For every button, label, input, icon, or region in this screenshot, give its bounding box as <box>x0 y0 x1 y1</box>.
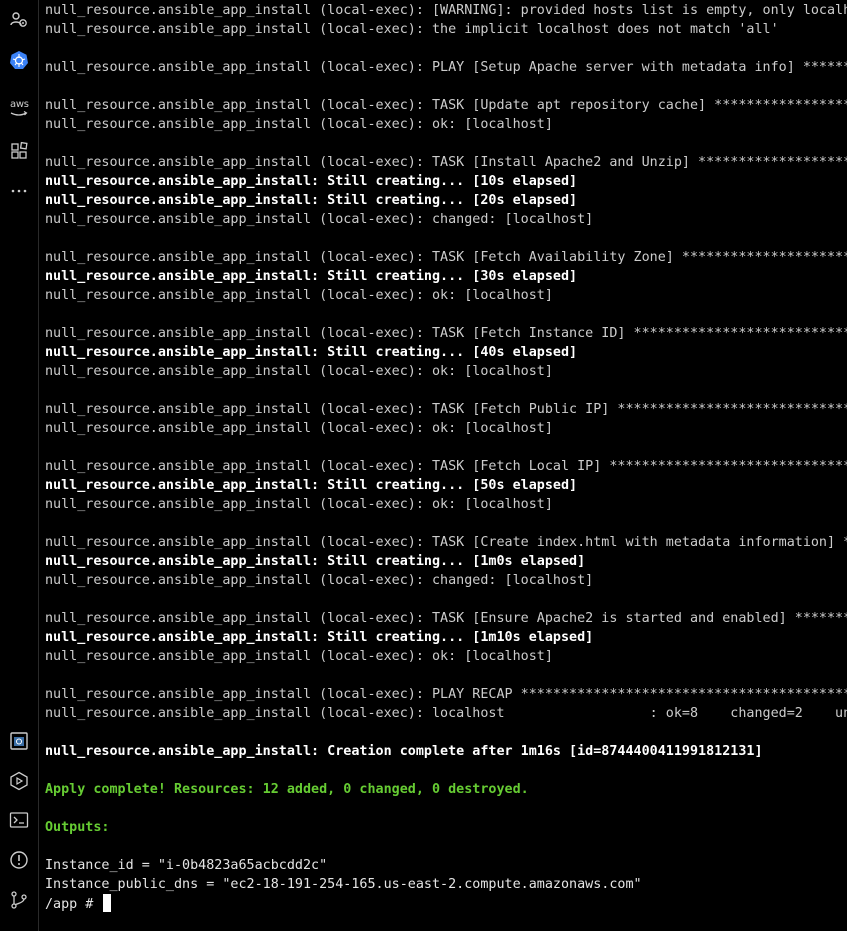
terminal-line-text: Instance_public_dns = "ec2-18-191-254-16… <box>45 877 642 892</box>
terminal-line: Outputs: <box>45 818 110 837</box>
terminal-line: null_resource.ansible_app_install (local… <box>45 685 847 704</box>
terminal-line-text: null_resource.ansible_app_install (local… <box>45 573 594 588</box>
terminal-line: Instance_id = "i-0b4823a65acbcdd2c" <box>45 856 327 875</box>
terminal-line-text: null_resource.ansible_app_install (local… <box>45 649 553 664</box>
terminal-line: null_resource.ansible_app_install (local… <box>45 286 553 305</box>
terminal-line: null_resource.ansible_app_install (local… <box>45 210 593 229</box>
terminal-line-text: null_resource.ansible_app_install (local… <box>45 402 847 417</box>
kubernetes-icon[interactable] <box>9 50 29 70</box>
terminal-line: null_resource.ansible_app_install (local… <box>45 153 847 172</box>
terminal-line-text: null_resource.ansible_app_install: Still… <box>45 478 578 493</box>
terminal-line-text: Apply complete! Resources: 12 added, 0 c… <box>45 782 529 797</box>
terminal-line-text: null_resource.ansible_app_install (local… <box>45 3 847 18</box>
terminal-line-text: null_resource.ansible_app_install (local… <box>45 22 779 37</box>
terminal-line-text: null_resource.ansible_app_install (local… <box>45 288 553 303</box>
terminal-line-text: null_resource.ansible_app_install (local… <box>45 98 847 113</box>
terminal-line-text: null_resource.ansible_app_install (local… <box>45 459 847 474</box>
terminal-line-text: null_resource.ansible_app_install (local… <box>45 250 847 265</box>
terminal-line-text: null_resource.ansible_app_install (local… <box>45 60 847 75</box>
terminal-line-text: null_resource.ansible_app_install (local… <box>45 364 553 379</box>
terminal-line: null_resource.ansible_app_install: Still… <box>45 172 577 191</box>
terminal-line: null_resource.ansible_app_install: Still… <box>45 476 577 495</box>
account-settings-icon[interactable] <box>9 10 29 30</box>
terminal-line: null_resource.ansible_app_install: Still… <box>45 267 577 286</box>
terminal-line: Apply complete! Resources: 12 added, 0 c… <box>45 780 529 799</box>
terminal-line: null_resource.ansible_app_install (local… <box>45 324 847 343</box>
terminal-line: null_resource.ansible_app_install (local… <box>45 400 847 419</box>
terminal-line-text: null_resource.ansible_app_install: Still… <box>45 193 578 208</box>
terminal-line: null_resource.ansible_app_install (local… <box>45 571 593 590</box>
problems-icon[interactable] <box>9 850 29 870</box>
terminal-line: null_resource.ansible_app_install (local… <box>45 58 847 77</box>
terminal-line: null_resource.ansible_app_install: Still… <box>45 343 577 362</box>
terminal-line-text: null_resource.ansible_app_install: Still… <box>45 174 578 189</box>
terminal-line-text: null_resource.ansible_app_install (local… <box>45 421 553 436</box>
terminal-line-text: null_resource.ansible_app_install (local… <box>45 687 847 702</box>
terminal-line: null_resource.ansible_app_install (local… <box>45 96 847 115</box>
more-icon[interactable] <box>9 180 29 200</box>
terminal-line-text: null_resource.ansible_app_install: Still… <box>45 345 578 360</box>
terminal-line: null_resource.ansible_app_install (local… <box>45 533 847 552</box>
terminal-line: null_resource.ansible_app_install: Still… <box>45 552 585 571</box>
terminal-line: null_resource.ansible_app_install (local… <box>45 419 553 438</box>
terminal-line-text: Instance_id = "i-0b4823a65acbcdd2c" <box>45 858 328 873</box>
shell-prompt[interactable]: /app # <box>45 894 112 913</box>
terminal-line: null_resource.ansible_app_install (local… <box>45 495 553 514</box>
terminal-line-text: null_resource.ansible_app_install (local… <box>45 117 553 132</box>
terminal-line: Instance_public_dns = "ec2-18-191-254-16… <box>45 875 642 894</box>
terminal-line: null_resource.ansible_app_install (local… <box>45 115 553 134</box>
terminal-line: null_resource.ansible_app_install (local… <box>45 457 847 476</box>
terminal-line-text: null_resource.ansible_app_install: Still… <box>45 630 594 645</box>
run-debug-icon[interactable] <box>9 771 29 791</box>
terminal-line: null_resource.ansible_app_install: Still… <box>45 628 593 647</box>
terminal-line-text: null_resource.ansible_app_install: Creat… <box>45 744 763 759</box>
terminal-icon[interactable] <box>9 810 29 830</box>
terminal-line: null_resource.ansible_app_install (local… <box>45 1 847 20</box>
source-control-icon[interactable] <box>9 890 29 910</box>
terminal-line-text: null_resource.ansible_app_install (local… <box>45 611 847 626</box>
activity-bar-divider <box>38 0 39 931</box>
terminal-line-text: /app # <box>45 897 102 912</box>
terminal-output[interactable]: null_resource.ansible_app_install (local… <box>45 0 847 931</box>
extensions-icon[interactable] <box>9 141 29 161</box>
aws-icon[interactable]: aws <box>9 99 29 121</box>
terminal-line-text: null_resource.ansible_app_install: Still… <box>45 554 586 569</box>
terminal-line-text: null_resource.ansible_app_install (local… <box>45 535 847 550</box>
terminal-line-text: null_resource.ansible_app_install (local… <box>45 212 594 227</box>
terminal-line: null_resource.ansible_app_install: Creat… <box>45 742 763 761</box>
terminal-line-text: null_resource.ansible_app_install (local… <box>45 706 847 721</box>
terminal-line-text: null_resource.ansible_app_install (local… <box>45 155 847 170</box>
terminal-line-text: null_resource.ansible_app_install (local… <box>45 497 553 512</box>
terminal-line-text: null_resource.ansible_app_install (local… <box>45 326 847 341</box>
image-preview-icon[interactable] <box>9 731 29 751</box>
terminal-line: null_resource.ansible_app_install: Still… <box>45 191 577 210</box>
terminal-line: null_resource.ansible_app_install (local… <box>45 609 847 628</box>
terminal-line: null_resource.ansible_app_install (local… <box>45 362 553 381</box>
activity-bar: aws <box>0 0 38 931</box>
terminal-line: null_resource.ansible_app_install (local… <box>45 647 553 666</box>
terminal-line: null_resource.ansible_app_install (local… <box>45 704 847 723</box>
terminal-line: null_resource.ansible_app_install (local… <box>45 20 779 39</box>
terminal-line-text: null_resource.ansible_app_install: Still… <box>45 269 578 284</box>
terminal-cursor <box>103 894 112 912</box>
terminal-line-text: Outputs: <box>45 820 110 835</box>
terminal-line: null_resource.ansible_app_install (local… <box>45 248 847 267</box>
